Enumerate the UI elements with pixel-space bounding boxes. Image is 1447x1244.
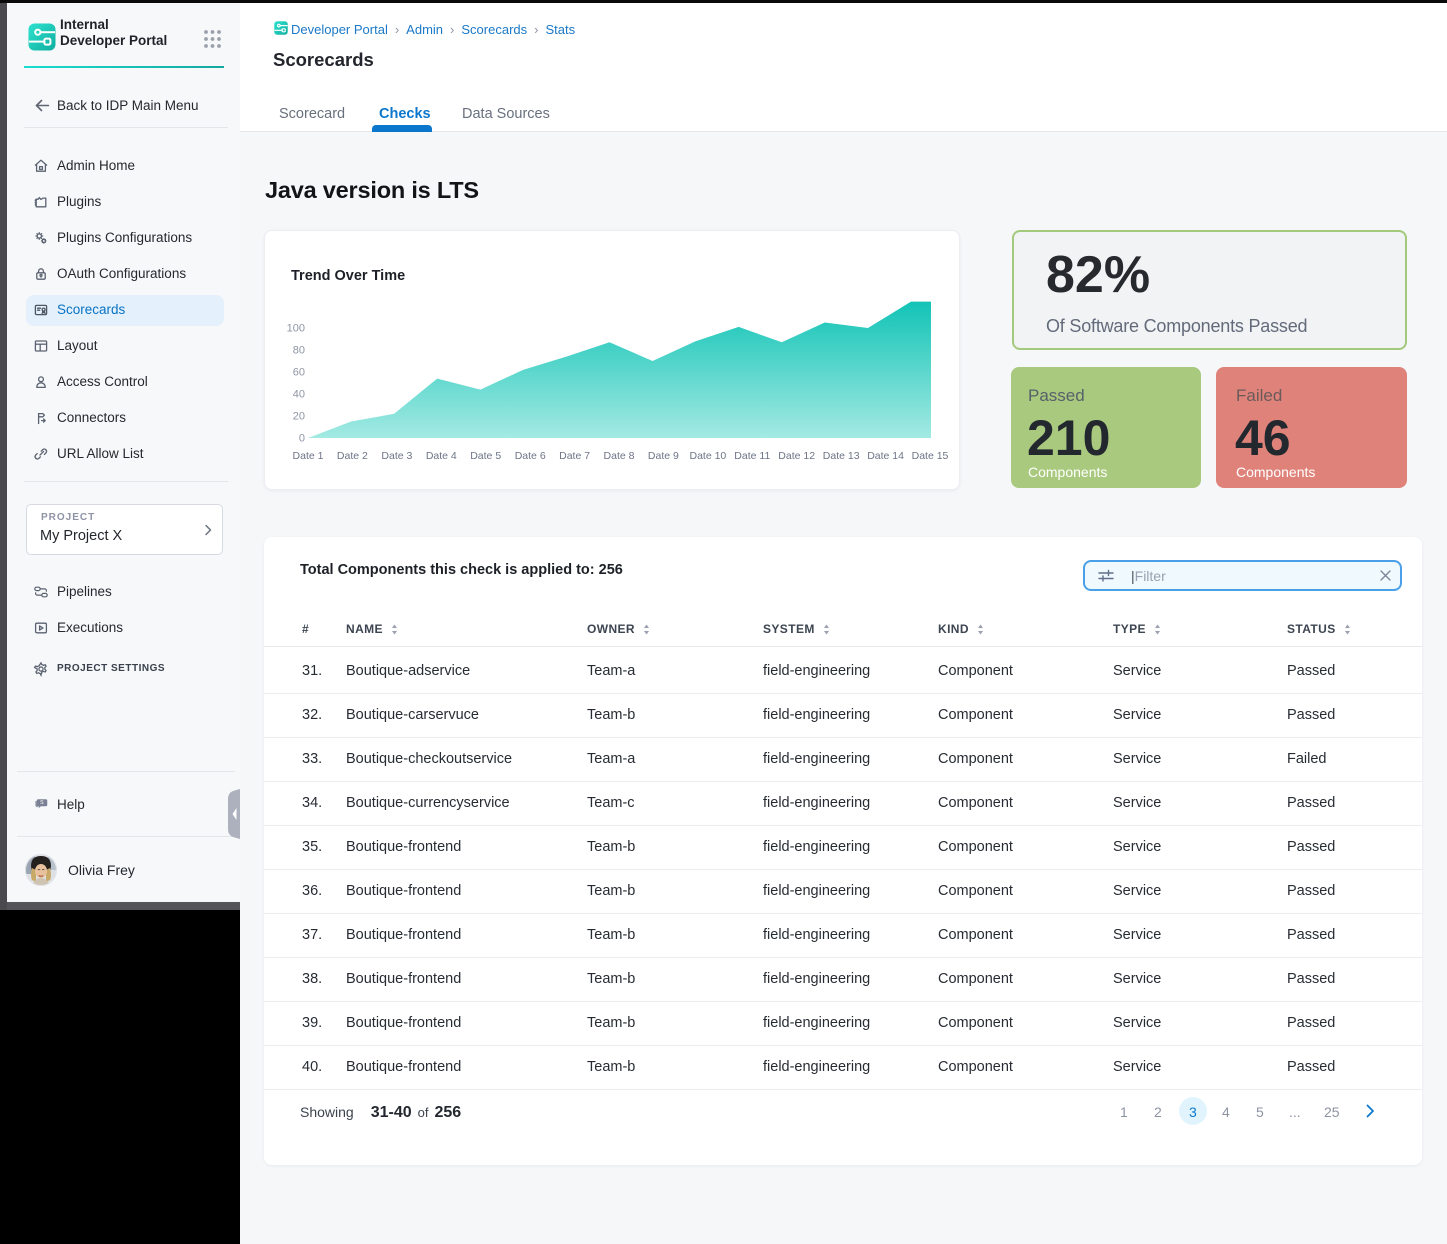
- svg-text:Date 7: Date 7: [559, 450, 590, 462]
- svg-text:80: 80: [293, 345, 305, 357]
- svg-text:Date 15: Date 15: [912, 450, 949, 462]
- svg-text:Date 8: Date 8: [604, 450, 635, 462]
- svg-text:Date 13: Date 13: [823, 450, 860, 462]
- svg-text:Date 9: Date 9: [648, 450, 679, 462]
- svg-text:Date 3: Date 3: [381, 450, 412, 462]
- svg-text:20: 20: [293, 411, 305, 423]
- svg-text:Date 14: Date 14: [867, 450, 904, 462]
- svg-text:100: 100: [287, 323, 305, 335]
- svg-text:Date 4: Date 4: [426, 450, 457, 462]
- svg-text:40: 40: [293, 389, 305, 401]
- svg-text:Date 12: Date 12: [778, 450, 815, 462]
- svg-text:60: 60: [293, 367, 305, 379]
- svg-text:0: 0: [299, 433, 305, 445]
- svg-text:Date 6: Date 6: [515, 450, 546, 462]
- svg-text:Date 11: Date 11: [734, 450, 770, 462]
- svg-text:Date 2: Date 2: [337, 450, 368, 462]
- svg-text:Date 1: Date 1: [293, 450, 324, 462]
- svg-text:Date 5: Date 5: [470, 450, 501, 462]
- svg-text:S: S: [40, 800, 44, 806]
- svg-text:Date 10: Date 10: [690, 450, 727, 462]
